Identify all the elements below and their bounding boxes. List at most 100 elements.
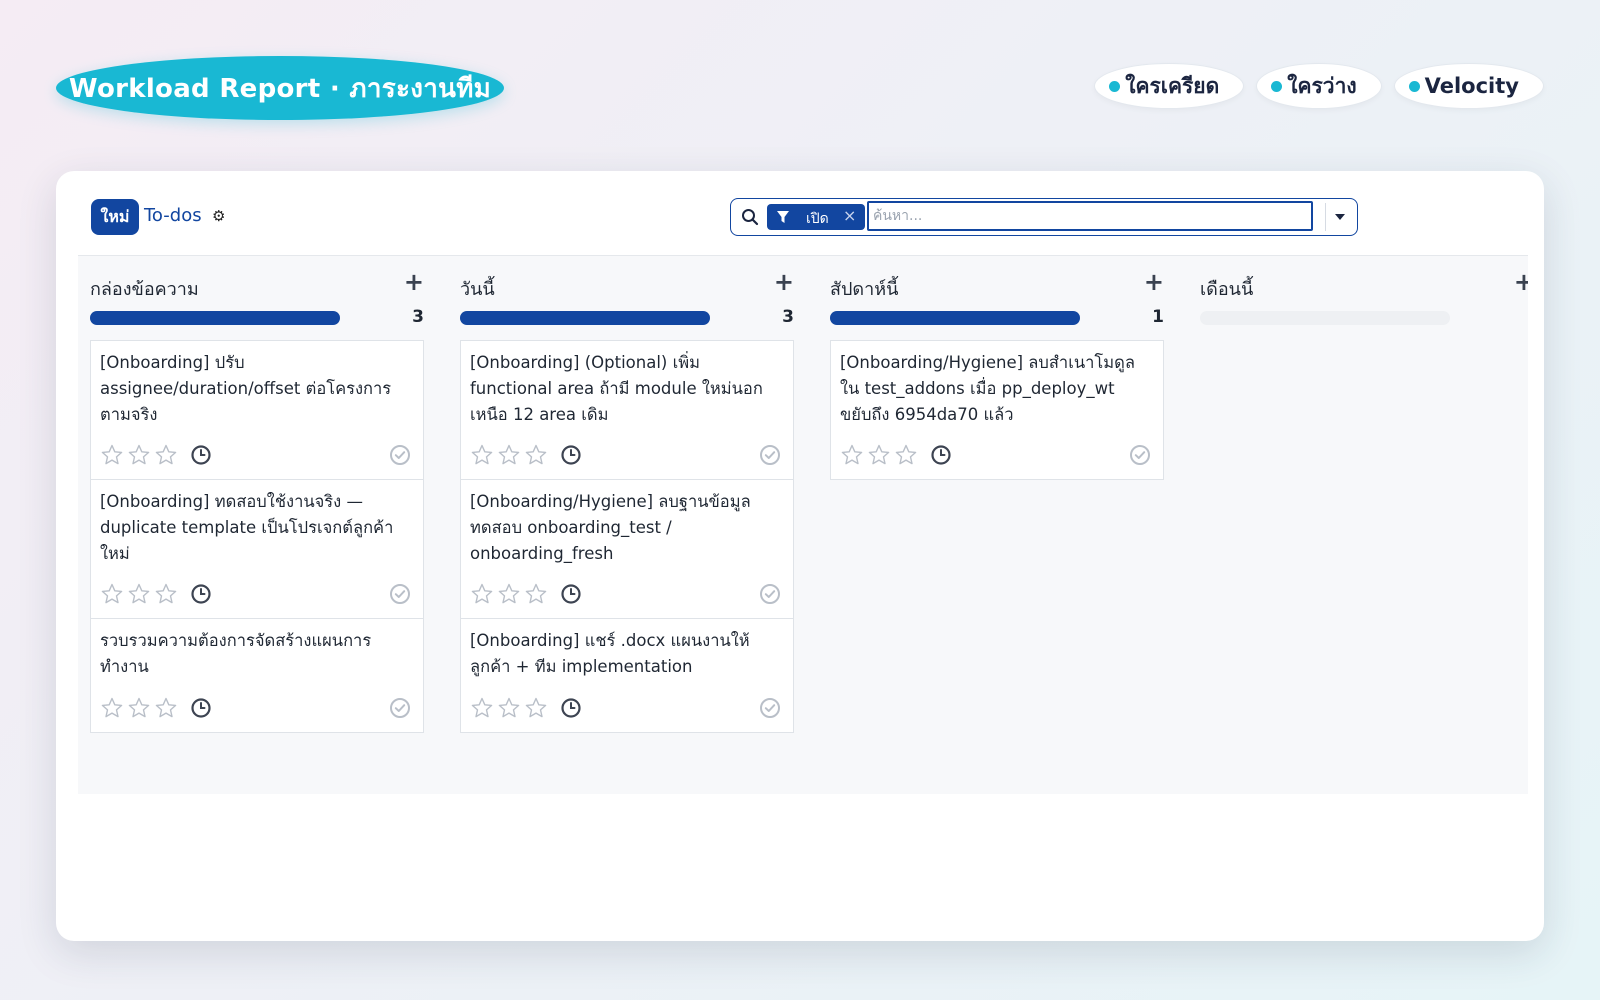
task-title: [Onboarding/Hygiene] ลบสำเนาโมดูลใน test…	[840, 353, 1135, 424]
task-title: รวบรวมความต้องการจัดสร้างแผนการทำงาน	[100, 631, 372, 676]
pill-velocity[interactable]: Velocity	[1393, 63, 1544, 109]
priority-stars	[100, 582, 178, 606]
plus-icon[interactable]: +	[774, 270, 794, 294]
pill-label: ใครว่าง	[1287, 73, 1357, 98]
pill-label: Velocity	[1424, 74, 1519, 98]
pill-available[interactable]: ใครว่าง	[1256, 63, 1382, 109]
star-icon[interactable]	[524, 443, 548, 467]
column-cards: [Onboarding] ปรับ assignee/duration/offs…	[90, 340, 424, 733]
task-title: [Onboarding] (Optional) เพิ่ม functional…	[470, 353, 763, 424]
column-progress-fill	[830, 311, 1080, 325]
priority-stars	[100, 696, 178, 720]
star-icon[interactable]	[524, 696, 548, 720]
pill-dot	[1408, 81, 1420, 92]
column-title: เดือนนี้	[1200, 279, 1254, 300]
check-circle-icon[interactable]	[389, 697, 411, 723]
task-card[interactable]: [Onboarding/Hygiene] ลบสำเนาโมดูลใน test…	[830, 340, 1164, 480]
star-icon[interactable]	[100, 582, 124, 606]
header-pills: ใครเครียด ใครว่าง Velocity	[1094, 63, 1544, 109]
task-card[interactable]: รวบรวมความต้องการจัดสร้างแผนการทำงาน	[90, 618, 424, 733]
card-footer	[470, 582, 781, 606]
star-icon[interactable]	[524, 582, 548, 606]
column-header: วันนี้ +	[460, 256, 794, 310]
star-icon[interactable]	[100, 443, 124, 467]
star-icon[interactable]	[497, 582, 521, 606]
column-this-month: เดือนนี้ +	[1200, 256, 1528, 794]
star-icon[interactable]	[470, 696, 494, 720]
check-circle-icon[interactable]	[759, 583, 781, 609]
star-icon[interactable]	[127, 696, 151, 720]
star-icon[interactable]	[127, 582, 151, 606]
check-circle-icon[interactable]	[759, 697, 781, 723]
column-progress-fill	[460, 311, 710, 325]
check-circle-icon[interactable]	[1129, 444, 1151, 470]
column-cards: [Onboarding] (Optional) เพิ่ม functional…	[460, 340, 794, 733]
column-title: กล่องข้อความ	[90, 279, 199, 300]
clock-icon[interactable]	[190, 697, 212, 723]
new-button[interactable]: ใหม่	[91, 199, 139, 235]
card-footer	[470, 443, 781, 467]
task-card[interactable]: [Onboarding] แชร์ .docx แผนงานให้ลูกค้า …	[460, 618, 794, 733]
task-title: [Onboarding/Hygiene] ลบฐานข้อมูลทดสอบ on…	[470, 492, 751, 563]
star-icon[interactable]	[470, 582, 494, 606]
check-circle-icon[interactable]	[389, 444, 411, 470]
star-icon[interactable]	[894, 443, 918, 467]
search-icon[interactable]	[741, 208, 759, 226]
check-circle-icon[interactable]	[759, 444, 781, 470]
search-options-toggle[interactable]	[1335, 214, 1345, 220]
priority-stars	[100, 443, 178, 467]
check-circle-icon[interactable]	[389, 583, 411, 609]
task-card[interactable]: [Onboarding] ปรับ assignee/duration/offs…	[90, 340, 424, 480]
column-progress	[1200, 311, 1450, 325]
star-icon[interactable]	[840, 443, 864, 467]
column-header: กล่องข้อความ +	[90, 256, 424, 310]
column-this-week: สัปดาห์นี้ + 1 [Onboarding/Hygiene] ลบสำ…	[830, 256, 1164, 794]
column-today: วันนี้ + 3 [Onboarding] (Optional) เพิ่ม…	[460, 256, 794, 794]
breadcrumb[interactable]: To-dos	[144, 205, 202, 226]
clock-icon[interactable]	[560, 583, 582, 609]
task-title: [Onboarding] ปรับ assignee/duration/offs…	[100, 353, 392, 424]
card-footer	[100, 696, 411, 720]
star-icon[interactable]	[867, 443, 891, 467]
clock-icon[interactable]	[930, 444, 952, 470]
star-icon[interactable]	[497, 443, 521, 467]
clock-icon[interactable]	[560, 697, 582, 723]
column-progress-fill	[90, 311, 340, 325]
priority-stars	[470, 443, 548, 467]
priority-stars	[470, 696, 548, 720]
star-icon[interactable]	[470, 443, 494, 467]
clock-icon[interactable]	[190, 444, 212, 470]
star-icon[interactable]	[154, 443, 178, 467]
pill-dot	[1109, 81, 1121, 92]
column-title: วันนี้	[460, 279, 495, 300]
star-icon[interactable]	[154, 582, 178, 606]
clock-icon[interactable]	[560, 444, 582, 470]
column-title: สัปดาห์นี้	[830, 279, 899, 300]
star-icon[interactable]	[154, 696, 178, 720]
pill-label: ใครเครียด	[1125, 73, 1220, 98]
remove-facet-icon[interactable]: ×	[843, 206, 856, 225]
card-footer	[470, 696, 781, 720]
control-panel: ใหม่ To-dos ⚙ เปิด ×	[56, 171, 1544, 255]
gear-icon[interactable]: ⚙	[212, 207, 225, 225]
todo-panel: ใหม่ To-dos ⚙ เปิด × กล่องข้อความ	[56, 171, 1544, 941]
plus-icon[interactable]: +	[404, 270, 424, 294]
star-icon[interactable]	[497, 696, 521, 720]
star-icon[interactable]	[127, 443, 151, 467]
kanban-board: กล่องข้อความ + 3 [Onboarding] ปรับ assig…	[78, 255, 1528, 794]
task-card[interactable]: [Onboarding] (Optional) เพิ่ม functional…	[460, 340, 794, 480]
task-card[interactable]: [Onboarding] ทดสอบใช้งานจริง — duplicate…	[90, 479, 424, 619]
pill-stressed[interactable]: ใครเครียด	[1094, 63, 1245, 109]
report-title: Workload Report · ภาระงานทีม	[56, 56, 504, 120]
search-bar: เปิด ×	[730, 198, 1358, 236]
filter-facet: เปิด ×	[767, 204, 865, 230]
clock-icon[interactable]	[190, 583, 212, 609]
star-icon[interactable]	[100, 696, 124, 720]
plus-icon[interactable]: +	[1514, 270, 1528, 294]
plus-icon[interactable]: +	[1144, 270, 1164, 294]
task-card[interactable]: [Onboarding/Hygiene] ลบฐานข้อมูลทดสอบ on…	[460, 479, 794, 619]
column-count: 1	[1152, 307, 1164, 327]
column-count: 3	[412, 307, 424, 327]
pill-dot	[1271, 81, 1283, 92]
search-input[interactable]	[867, 201, 1313, 231]
